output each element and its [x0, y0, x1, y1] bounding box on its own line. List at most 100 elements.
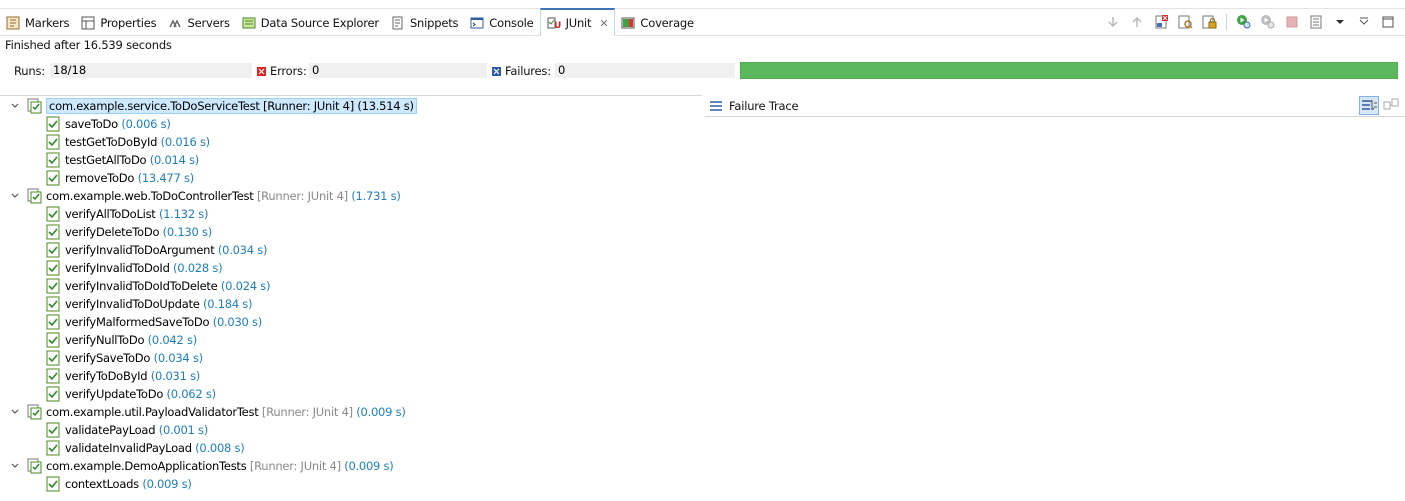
test-passed-icon — [45, 296, 61, 312]
test-name: validatePayLoad — [65, 423, 156, 437]
stop-icon[interactable] — [1283, 13, 1301, 31]
tree-test-row[interactable]: verifyInvalidToDoUpdate (0.184 s) — [45, 295, 253, 313]
toolbar-separator — [1226, 14, 1227, 30]
tree-divider — [0, 95, 702, 96]
test-name: verifyInvalidToDoUpdate — [65, 297, 200, 311]
failures-value: 0 — [555, 63, 735, 78]
view-menu-icon[interactable] — [1331, 13, 1349, 31]
suite-name: com.example.web.ToDoControllerTest — [46, 189, 254, 203]
tree-suite-row[interactable]: com.example.service.ToDoServiceTest [Run… — [10, 97, 417, 115]
tab-coverage[interactable]: Coverage — [615, 9, 700, 36]
tab-label: Coverage — [640, 15, 694, 30]
tab-snippets[interactable]: Snippets — [385, 9, 464, 36]
chevron-down-icon — [11, 463, 19, 468]
close-icon[interactable]: ✕ — [599, 17, 608, 30]
previous-failure-icon[interactable] — [1128, 13, 1146, 31]
history-icon[interactable] — [1307, 13, 1325, 31]
tree-suite-row[interactable]: com.example.DemoApplicationTests [Runner… — [10, 457, 394, 475]
rerun-failed-first-icon[interactable] — [1259, 13, 1277, 31]
next-failure-icon[interactable] — [1104, 13, 1122, 31]
properties-icon — [81, 16, 95, 30]
data-source-icon — [242, 16, 256, 30]
test-name: removeToDo — [65, 171, 135, 185]
test-time: (0.030 s) — [212, 315, 263, 329]
tree-test-row[interactable]: removeToDo (13.477 s) — [45, 169, 194, 187]
chevron-down-icon — [11, 103, 19, 108]
suite-name: com.example.service.ToDoServiceTest [Run… — [46, 98, 417, 114]
markers-icon — [6, 16, 20, 30]
tab-data-source-explorer[interactable]: Data Source Explorer — [236, 9, 385, 36]
tab-markers[interactable]: Markers — [0, 9, 75, 36]
tree-test-row[interactable]: verifySaveToDo (0.034 s) — [45, 349, 203, 367]
failure-trace-icon — [710, 101, 722, 111]
test-time: (0.014 s) — [149, 153, 200, 167]
tab-label: Data Source Explorer — [260, 15, 379, 30]
chevron-down-icon — [11, 409, 19, 414]
test-name: verifyAllToDoList — [65, 207, 156, 221]
tree-test-row[interactable]: testGetAllToDo (0.014 s) — [45, 151, 199, 169]
svg-text:U: U — [554, 21, 561, 30]
test-name: verifyInvalidToDoId — [65, 261, 170, 275]
lock-icon[interactable] — [1200, 13, 1218, 31]
view-toolbar — [1104, 13, 1397, 31]
tree-suite-row[interactable]: com.example.web.ToDoControllerTest [Runn… — [10, 187, 401, 205]
tree-test-row[interactable]: verifyAllToDoList (1.132 s) — [45, 205, 209, 223]
show-failures-only-icon[interactable] — [1152, 13, 1170, 31]
suite-name: com.example.util.PayloadValidatorTest — [46, 405, 259, 419]
test-time: (0.062 s) — [166, 387, 217, 401]
tree-test-row[interactable]: verifyNullToDo (0.042 s) — [45, 331, 197, 349]
filter-stack-icon[interactable] — [1359, 96, 1379, 115]
tree-test-row[interactable]: verifyInvalidToDoArgument (0.034 s) — [45, 241, 267, 259]
tree-test-row[interactable]: verifyInvalidToDoIdToDelete (0.024 s) — [45, 277, 270, 295]
test-name: contextLoads — [65, 477, 139, 491]
test-time: (0.034 s) — [217, 243, 268, 257]
tree-test-row[interactable]: testGetToDoById (0.016 s) — [45, 133, 210, 151]
tree-test-row[interactable]: contextLoads (0.009 s) — [45, 475, 192, 493]
compare-result-icon[interactable] — [1383, 97, 1401, 115]
tree-test-row[interactable]: verifyToDoById (0.031 s) — [45, 367, 200, 385]
errors-label-group: Errors: — [257, 64, 307, 78]
test-time: (0.001 s) — [158, 423, 209, 437]
test-name: verifyNullToDo — [65, 333, 145, 347]
failures-label: Failures: — [505, 64, 551, 78]
scroll-lock-icon[interactable] — [1176, 13, 1194, 31]
test-passed-icon — [45, 206, 61, 222]
tree-suite-row[interactable]: com.example.util.PayloadValidatorTest [R… — [10, 403, 406, 421]
tree-test-row[interactable]: verifyUpdateToDo (0.062 s) — [45, 385, 216, 403]
tree-test-row[interactable]: verifyInvalidToDoId (0.028 s) — [45, 259, 223, 277]
test-tree[interactable]: com.example.service.ToDoServiceTest [Run… — [0, 96, 702, 501]
tree-test-row[interactable]: validateInvalidPayLoad (0.008 s) — [45, 439, 245, 457]
tree-test-row[interactable]: saveToDo (0.006 s) — [45, 115, 171, 133]
test-name: verifyToDoById — [65, 369, 148, 383]
tab-console[interactable]: Console — [464, 9, 539, 36]
rerun-icon[interactable] — [1235, 13, 1253, 31]
errors-label: Errors: — [270, 64, 307, 78]
test-passed-icon — [45, 440, 61, 456]
tab-junit[interactable]: U JUnit ✕ — [539, 8, 616, 36]
suite-passed-icon — [26, 188, 42, 204]
failure-trace-header: Failure Trace — [705, 96, 1405, 117]
minimize-icon[interactable] — [1355, 13, 1373, 31]
test-name: verifyUpdateToDo — [65, 387, 164, 401]
counter-panel: Runs: 18/18 Errors: 0 Failures: 0 — [0, 62, 1405, 80]
test-passed-icon — [45, 260, 61, 276]
test-passed-icon — [45, 368, 61, 384]
test-passed-icon — [45, 422, 61, 438]
test-name: testGetAllToDo — [65, 153, 147, 167]
tab-label: Servers — [187, 15, 230, 30]
test-name: verifySaveToDo — [65, 351, 151, 365]
maximize-icon[interactable] — [1379, 13, 1397, 31]
tree-test-row[interactable]: verifyDeleteToDo (0.130 s) — [45, 223, 212, 241]
snippets-icon — [391, 16, 405, 30]
runs-value: 18/18 — [50, 63, 252, 78]
servers-icon — [168, 16, 182, 30]
tab-properties[interactable]: Properties — [75, 9, 162, 36]
test-name: verifyMalformedSaveToDo — [65, 315, 210, 329]
tab-servers[interactable]: Servers — [162, 9, 235, 36]
test-time: (0.130 s) — [162, 225, 213, 239]
tree-test-row[interactable]: validatePayLoad (0.001 s) — [45, 421, 208, 439]
tree-test-row[interactable]: verifyMalformedSaveToDo (0.030 s) — [45, 313, 262, 331]
test-passed-icon — [45, 170, 61, 186]
suite-name: com.example.DemoApplicationTests — [46, 459, 247, 473]
test-time: (0.184 s) — [202, 297, 253, 311]
